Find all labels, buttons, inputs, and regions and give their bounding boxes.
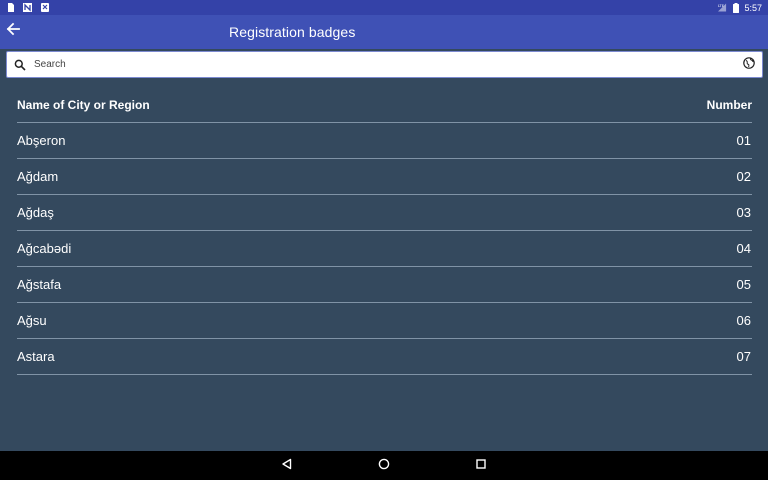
table-row[interactable]: Ağsu 06 [17, 303, 752, 339]
status-bar: LTE 5:57 [0, 0, 768, 15]
registration-table: Name of City or Region Number Abşeron 01… [17, 88, 752, 375]
nav-back-button[interactable] [272, 451, 302, 480]
nav-home-button[interactable] [369, 451, 399, 480]
lte-signal-icon: LTE [718, 3, 727, 12]
battery-icon [731, 2, 740, 13]
search-input[interactable] [31, 52, 737, 77]
language-button[interactable] [737, 52, 761, 77]
region-number: 03 [736, 205, 751, 220]
region-number: 06 [736, 313, 751, 328]
download-notification-icon [40, 3, 49, 12]
recents-square-icon [475, 457, 487, 475]
status-left-icons [6, 3, 49, 12]
region-number: 07 [736, 349, 751, 364]
table-row[interactable]: Ağstafa 05 [17, 267, 752, 303]
table-header: Name of City or Region Number [17, 88, 752, 123]
region-number: 02 [736, 169, 751, 184]
table-row[interactable]: Astara 07 [17, 339, 752, 375]
back-triangle-icon [281, 457, 293, 475]
region-number: 01 [736, 133, 751, 148]
storage-icon [6, 3, 15, 12]
back-button[interactable] [2, 20, 24, 42]
globe-icon [743, 56, 755, 74]
region-number: 04 [736, 241, 751, 256]
region-name: Ağdam [17, 169, 59, 184]
table-row[interactable]: Ağcabədi 04 [17, 231, 752, 267]
search-icon [9, 51, 31, 78]
system-nav-bar [0, 451, 768, 480]
table-row[interactable]: Ağdam 02 [17, 159, 752, 195]
home-circle-icon [378, 457, 390, 475]
svg-text:LTE: LTE [718, 4, 725, 8]
region-name: Ağcabədi [17, 241, 72, 256]
region-number: 05 [736, 277, 751, 292]
page-title: Registration badges [229, 24, 356, 40]
table-row[interactable]: Abşeron 01 [17, 123, 752, 159]
status-time: 5:57 [744, 2, 762, 13]
column-header-name: Name of City or Region [17, 98, 150, 112]
column-header-number: Number [706, 98, 752, 112]
status-right-icons: LTE 5:57 [718, 2, 762, 13]
nav-recents-button[interactable] [466, 451, 496, 480]
table-row[interactable]: Ağdaş 03 [17, 195, 752, 231]
region-name: Ağstafa [17, 277, 62, 292]
search-bar [6, 51, 763, 78]
region-name: Abşeron [17, 133, 66, 148]
region-name: Astara [17, 349, 55, 364]
n-notification-icon [23, 3, 32, 12]
region-name: Ağsu [17, 313, 47, 328]
app-bar: Registration badges [0, 15, 768, 49]
region-name: Ağdaş [17, 205, 54, 220]
arrow-back-icon [6, 22, 20, 41]
